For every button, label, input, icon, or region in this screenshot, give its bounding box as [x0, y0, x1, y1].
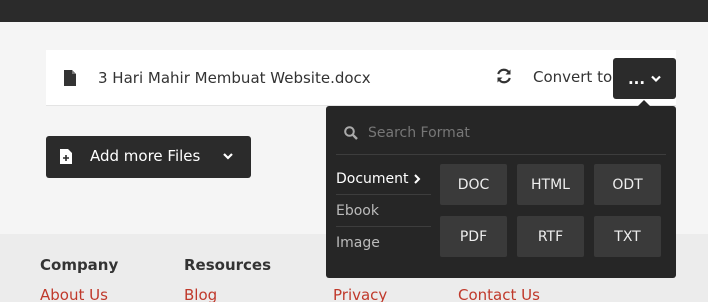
footer-link-privacy[interactable]: Privacy — [333, 286, 387, 302]
add-more-files-button[interactable]: Add more Files — [46, 136, 251, 178]
format-option-rtf[interactable]: RTF — [517, 216, 584, 257]
search-format-input[interactable] — [368, 122, 660, 144]
dropdown-caret — [638, 100, 650, 106]
category-label: Ebook — [336, 203, 379, 219]
add-more-files-label: Add more Files — [90, 147, 201, 165]
format-dropdown: Document Ebook Image DOC HTML ODT PDF RT… — [326, 100, 676, 278]
category-image[interactable]: Image — [336, 228, 431, 259]
category-label: Image — [336, 235, 380, 251]
file-icon — [64, 70, 76, 86]
refresh-icon[interactable] — [495, 67, 513, 85]
footer-heading-resources: Resources — [184, 256, 272, 274]
file-plus-icon — [60, 149, 72, 164]
category-ebook[interactable]: Ebook — [336, 196, 431, 227]
footer-link-about-us[interactable]: About Us — [40, 286, 108, 302]
search-icon — [344, 126, 358, 140]
footer-link-blog[interactable]: Blog — [184, 286, 217, 302]
format-option-txt[interactable]: TXT — [594, 216, 661, 257]
format-option-odt[interactable]: ODT — [594, 164, 661, 205]
format-select-button[interactable]: ... — [613, 58, 676, 99]
convert-to-label: Convert to — [533, 68, 613, 86]
category-document[interactable]: Document — [336, 164, 431, 195]
top-bar — [0, 0, 708, 22]
chevron-right-icon — [414, 174, 421, 184]
chevron-down-icon — [651, 75, 661, 82]
divider — [336, 154, 666, 155]
chevron-down-icon — [223, 153, 233, 160]
category-label: Document — [336, 171, 409, 187]
format-button-label: ... — [627, 69, 646, 88]
footer-link-contact-us[interactable]: Contact Us — [458, 286, 540, 302]
format-option-html[interactable]: HTML — [517, 164, 584, 205]
file-name: 3 Hari Mahir Membuat Website.docx — [98, 69, 371, 87]
format-option-doc[interactable]: DOC — [440, 164, 507, 205]
file-row: 3 Hari Mahir Membuat Website.docx Conver… — [46, 50, 676, 106]
format-option-pdf[interactable]: PDF — [440, 216, 507, 257]
footer-heading-company: Company — [40, 256, 119, 274]
